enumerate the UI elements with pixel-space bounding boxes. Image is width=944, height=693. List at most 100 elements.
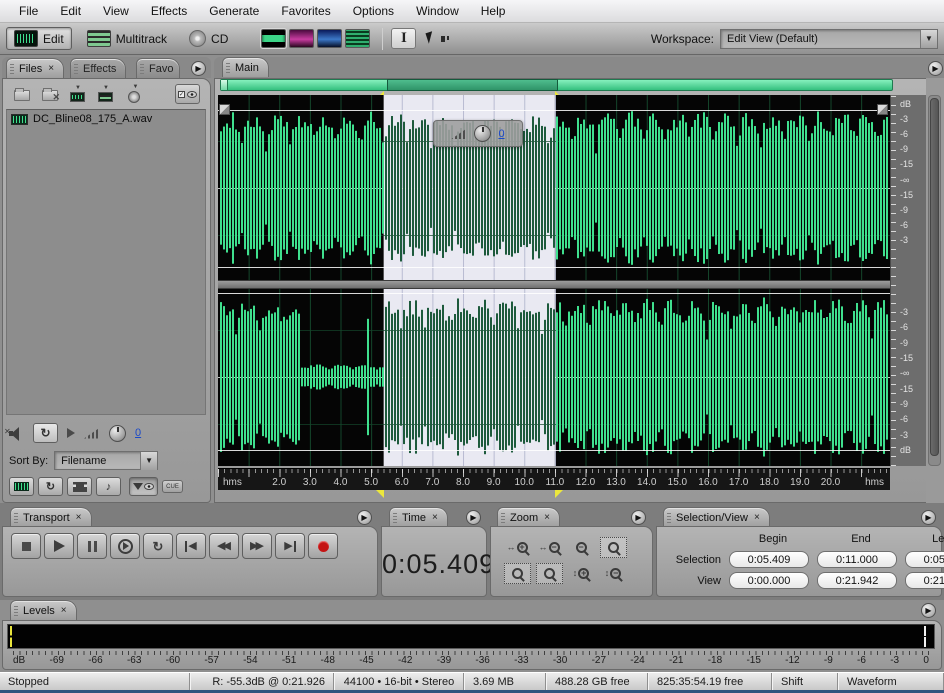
tab-time[interactable]: Time (389, 507, 448, 527)
zoom-in-horizontal-button[interactable]: ↔+ (504, 537, 531, 558)
file-list-item[interactable]: DC_Bline08_175_A.wav (7, 110, 205, 128)
dropdown-arrow-icon[interactable] (140, 452, 157, 470)
menu-help[interactable]: Help (470, 1, 517, 21)
edit-view-button[interactable]: Edit (6, 27, 72, 50)
menu-file[interactable]: File (8, 1, 49, 21)
pause-button[interactable] (77, 533, 107, 559)
file-list[interactable]: DC_Bline08_175_A.wav (6, 109, 206, 415)
menu-effects[interactable]: Effects (140, 1, 198, 21)
time-panel-menu-button[interactable] (466, 510, 481, 525)
vertical-scrollbar[interactable] (928, 95, 941, 466)
zoom-out-vertical-button[interactable]: ↕− (600, 563, 627, 584)
tab-effects[interactable]: Effects (70, 58, 126, 78)
spectral-frequency-display-button[interactable] (289, 29, 314, 48)
filter-options-button[interactable] (129, 477, 158, 496)
timeline-ruler[interactable]: hms hms 2.03.04.05.06.07.08.09.010.011.0… (218, 468, 890, 490)
time-selection-tool-button[interactable]: I (391, 28, 416, 49)
zoom-in-vertical-button[interactable]: ↕+ (568, 563, 595, 584)
files-panel-menu-button[interactable] (191, 61, 206, 76)
preview-volume-value[interactable]: 0 (135, 427, 141, 439)
zoom-out-horizontal-button[interactable]: ↔− (536, 537, 563, 558)
scrub-tool-button[interactable] (422, 28, 447, 49)
close-file-button[interactable] (39, 85, 60, 103)
go-to-end-button[interactable] (275, 533, 305, 559)
time-field[interactable]: 0:05.409 (729, 551, 809, 568)
floating-volume-control[interactable]: 0 (433, 120, 523, 147)
show-audio-files-button[interactable] (9, 477, 34, 496)
zoom-to-selection-button[interactable] (600, 537, 627, 558)
record-button[interactable] (308, 533, 338, 559)
time-field[interactable]: 0:11.000 (817, 551, 897, 568)
close-tab-icon[interactable] (544, 512, 550, 523)
cue-list-button[interactable]: CUE (162, 480, 183, 493)
amplitude-ruler[interactable]: dB-3-6-9-15-∞-15-9-6-3 -3-6-9-15-∞-15-9-… (890, 95, 926, 466)
play-looped-button[interactable] (143, 533, 173, 559)
close-tab-icon[interactable] (76, 512, 82, 523)
close-tab-icon[interactable] (61, 605, 67, 616)
overview-scrollbar[interactable] (220, 79, 893, 91)
zoom-panel-menu-button[interactable] (631, 510, 646, 525)
vertical-scrollbar-thumb[interactable] (930, 98, 939, 456)
overview-left-cap[interactable] (221, 80, 228, 90)
waveform-display-button[interactable] (261, 29, 286, 48)
preview-play-button[interactable] (67, 428, 75, 438)
selection-start-marker-bottom[interactable] (376, 490, 384, 498)
menu-generate[interactable]: Generate (198, 1, 270, 21)
play-button[interactable] (44, 533, 74, 559)
level-meter[interactable] (7, 624, 935, 649)
insert-into-multitrack-button[interactable] (95, 85, 116, 103)
menu-favorites[interactable]: Favorites (270, 1, 341, 21)
volume-knob[interactable] (474, 125, 491, 142)
import-file-button[interactable] (67, 85, 88, 103)
time-field[interactable]: 0:21.942 (817, 572, 897, 589)
levels-panel-menu-button[interactable] (921, 603, 936, 618)
time-field[interactable]: 0:00.000 (729, 572, 809, 589)
tab-favorites[interactable]: Favo (136, 58, 180, 78)
show-loop-files-button[interactable] (38, 477, 63, 496)
spectral-phase-display-button[interactable] (345, 29, 370, 48)
preview-volume-icon[interactable] (84, 428, 100, 439)
time-field[interactable]: 0:05.590 (905, 551, 944, 568)
go-to-beginning-button[interactable] (176, 533, 206, 559)
advanced-options-toggle[interactable]: ✓ (175, 84, 200, 104)
play-from-cursor-button[interactable] (110, 533, 140, 559)
preview-volume-knob[interactable] (109, 425, 126, 442)
menu-window[interactable]: Window (405, 1, 470, 21)
tab-transport[interactable]: Transport (10, 507, 92, 527)
selection-view-panel-menu-button[interactable] (921, 510, 936, 525)
loop-playback-button[interactable] (33, 423, 58, 443)
transport-panel-menu-button[interactable] (357, 510, 372, 525)
boundary-handle-left[interactable] (219, 104, 230, 115)
insert-into-cd-button[interactable] (123, 85, 144, 103)
show-midi-files-button[interactable]: ♪ (96, 477, 121, 496)
boundary-handle-right[interactable] (877, 104, 888, 115)
volume-bars-icon[interactable] (451, 128, 467, 139)
workspace-dropdown[interactable]: Edit View (Default) (720, 29, 938, 49)
show-video-files-button[interactable] (67, 477, 92, 496)
time-field[interactable]: 0:21.942 (905, 572, 944, 589)
volume-value-link[interactable]: 0 (498, 128, 504, 140)
channel-divider[interactable] (218, 280, 890, 289)
menu-edit[interactable]: Edit (49, 1, 92, 21)
cd-view-button[interactable]: CD (182, 27, 235, 50)
rewind-button[interactable] (209, 533, 239, 559)
zoom-to-selection-left-button[interactable] (504, 563, 531, 584)
zoom-to-selection-right-button[interactable] (536, 563, 563, 584)
close-tab-icon[interactable] (754, 512, 760, 523)
menu-view[interactable]: View (92, 1, 140, 21)
close-tab-icon[interactable] (48, 63, 54, 74)
spectral-pan-display-button[interactable] (317, 29, 342, 48)
fast-forward-button[interactable] (242, 533, 272, 559)
tab-main[interactable]: Main (222, 57, 269, 77)
dropdown-arrow-icon[interactable] (920, 30, 937, 48)
overview-selection-range[interactable] (387, 79, 558, 91)
tab-selection-view[interactable]: Selection/View (663, 507, 770, 527)
tab-levels[interactable]: Levels (10, 600, 77, 620)
open-file-button[interactable] (11, 85, 32, 103)
tab-files[interactable]: Files (6, 58, 64, 78)
zoom-out-full-button[interactable]: − (568, 537, 595, 558)
auto-play-mute-icon[interactable]: ✕ (9, 427, 24, 440)
sort-by-dropdown[interactable]: Filename (54, 451, 158, 470)
selection-end-marker-bottom[interactable] (555, 490, 563, 498)
tab-zoom[interactable]: Zoom (497, 507, 560, 527)
